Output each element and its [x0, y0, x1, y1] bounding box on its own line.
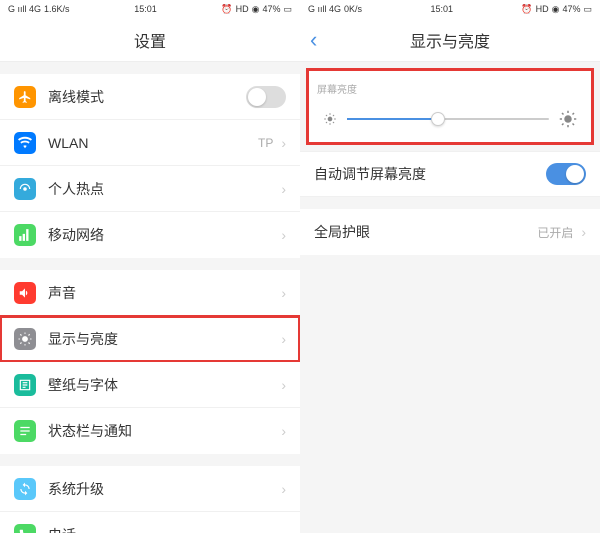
back-button[interactable]: ‹ — [310, 27, 317, 53]
row-label: 系统升级 — [48, 479, 281, 499]
row-cellular[interactable]: 移动网络› — [0, 212, 300, 258]
alarm-icon: ⏰ — [221, 4, 232, 15]
row-label: 显示与亮度 — [48, 329, 281, 349]
sound-icon — [14, 282, 36, 304]
hd-text: HD — [536, 4, 549, 14]
row-wallpaper[interactable]: 壁纸与字体› — [0, 362, 300, 408]
chevron-right-icon: › — [281, 377, 286, 393]
battery-text: 47% — [562, 4, 580, 14]
hotspot-icon — [14, 178, 36, 200]
chevron-right-icon: › — [281, 331, 286, 347]
brightness-high-icon — [559, 110, 577, 128]
auto-brightness-label: 自动调节屏幕亮度 — [314, 164, 546, 184]
row-label: 电话 — [48, 525, 281, 533]
notify-icon — [14, 420, 36, 442]
auto-brightness-toggle[interactable] — [546, 163, 586, 185]
chevron-right-icon: › — [281, 285, 286, 301]
chevron-right-icon: › — [281, 527, 286, 533]
row-label: WLAN — [48, 135, 258, 151]
status-bar: G ııll 4G 1.6K/s 15:01 ⏰ HD ◉ 47% ▭ — [0, 0, 300, 18]
right-phone: G ııll 4G 0K/s 15:01 ⏰ HD ◉ 47% ▭ ‹ 显示与亮… — [300, 0, 600, 533]
settings-list[interactable]: 离线模式 WLANTP› 个人热点› 移动网络› 声音› 显示与亮度› 壁纸与字… — [0, 62, 300, 533]
chevron-right-icon: › — [281, 135, 286, 151]
eye-protection-value: 已开启 — [537, 224, 573, 241]
speed-text: 1.6K/s — [44, 4, 70, 14]
wifi-icon: ◉ — [552, 4, 560, 15]
airplane-toggle[interactable] — [246, 86, 286, 108]
phone-icon — [14, 524, 36, 533]
row-update[interactable]: 系统升级› — [0, 466, 300, 512]
row-brightness[interactable]: 显示与亮度› — [0, 316, 300, 362]
row-phone[interactable]: 电话› — [0, 512, 300, 533]
chevron-right-icon: › — [281, 181, 286, 197]
brightness-slider-row[interactable] — [317, 106, 583, 132]
page-title: 设置 — [134, 28, 166, 52]
time-text: 15:01 — [134, 4, 157, 14]
row-wifi[interactable]: WLANTP › — [0, 120, 300, 166]
brightness-slider-box: 屏幕亮度 — [306, 68, 594, 145]
row-label: 声音 — [48, 283, 281, 303]
row-value: TP — [258, 136, 273, 150]
row-label: 移动网络 — [48, 225, 281, 245]
brightness-low-icon — [323, 112, 337, 126]
row-label: 离线模式 — [48, 87, 246, 107]
row-airplane[interactable]: 离线模式 — [0, 74, 300, 120]
row-notify[interactable]: 状态栏与通知› — [0, 408, 300, 454]
signal-text: G ııll 4G — [8, 4, 41, 14]
right-header: ‹ 显示与亮度 — [300, 18, 600, 62]
cellular-icon — [14, 224, 36, 246]
chevron-right-icon: › — [581, 224, 586, 240]
chevron-right-icon: › — [281, 481, 286, 497]
signal-text: G ııll 4G — [308, 4, 341, 14]
airplane-icon — [14, 86, 36, 108]
brightness-slider[interactable] — [347, 118, 549, 120]
slider-thumb[interactable] — [431, 112, 445, 126]
auto-brightness-row[interactable]: 自动调节屏幕亮度 — [300, 151, 600, 197]
battery-icon: ▭ — [583, 4, 592, 15]
row-sound[interactable]: 声音› — [0, 270, 300, 316]
hd-text: HD — [236, 4, 249, 14]
chevron-right-icon: › — [281, 423, 286, 439]
chevron-right-icon: › — [281, 227, 286, 243]
page-title: 显示与亮度 — [410, 28, 490, 52]
row-hotspot[interactable]: 个人热点› — [0, 166, 300, 212]
eye-protection-label: 全局护眼 — [314, 222, 537, 242]
eye-protection-row[interactable]: 全局护眼 已开启 › — [300, 209, 600, 255]
display-settings: 屏幕亮度 自动调节屏幕亮度 全局护眼 已开启 › — [300, 62, 600, 533]
wifi-icon: ◉ — [252, 4, 260, 15]
row-label: 个人热点 — [48, 179, 281, 199]
row-label: 壁纸与字体 — [48, 375, 281, 395]
speed-text: 0K/s — [344, 4, 362, 14]
battery-icon: ▭ — [283, 4, 292, 15]
left-header: 设置 — [0, 18, 300, 62]
brightness-section-label: 屏幕亮度 — [317, 81, 583, 96]
update-icon — [14, 478, 36, 500]
wallpaper-icon — [14, 374, 36, 396]
wifi-icon — [14, 132, 36, 154]
battery-text: 47% — [262, 4, 280, 14]
row-label: 状态栏与通知 — [48, 421, 281, 441]
alarm-icon: ⏰ — [521, 4, 532, 15]
brightness-icon — [14, 328, 36, 350]
left-phone: G ııll 4G 1.6K/s 15:01 ⏰ HD ◉ 47% ▭ 设置 离… — [0, 0, 300, 533]
status-bar: G ııll 4G 0K/s 15:01 ⏰ HD ◉ 47% ▭ — [300, 0, 600, 18]
time-text: 15:01 — [430, 4, 453, 14]
